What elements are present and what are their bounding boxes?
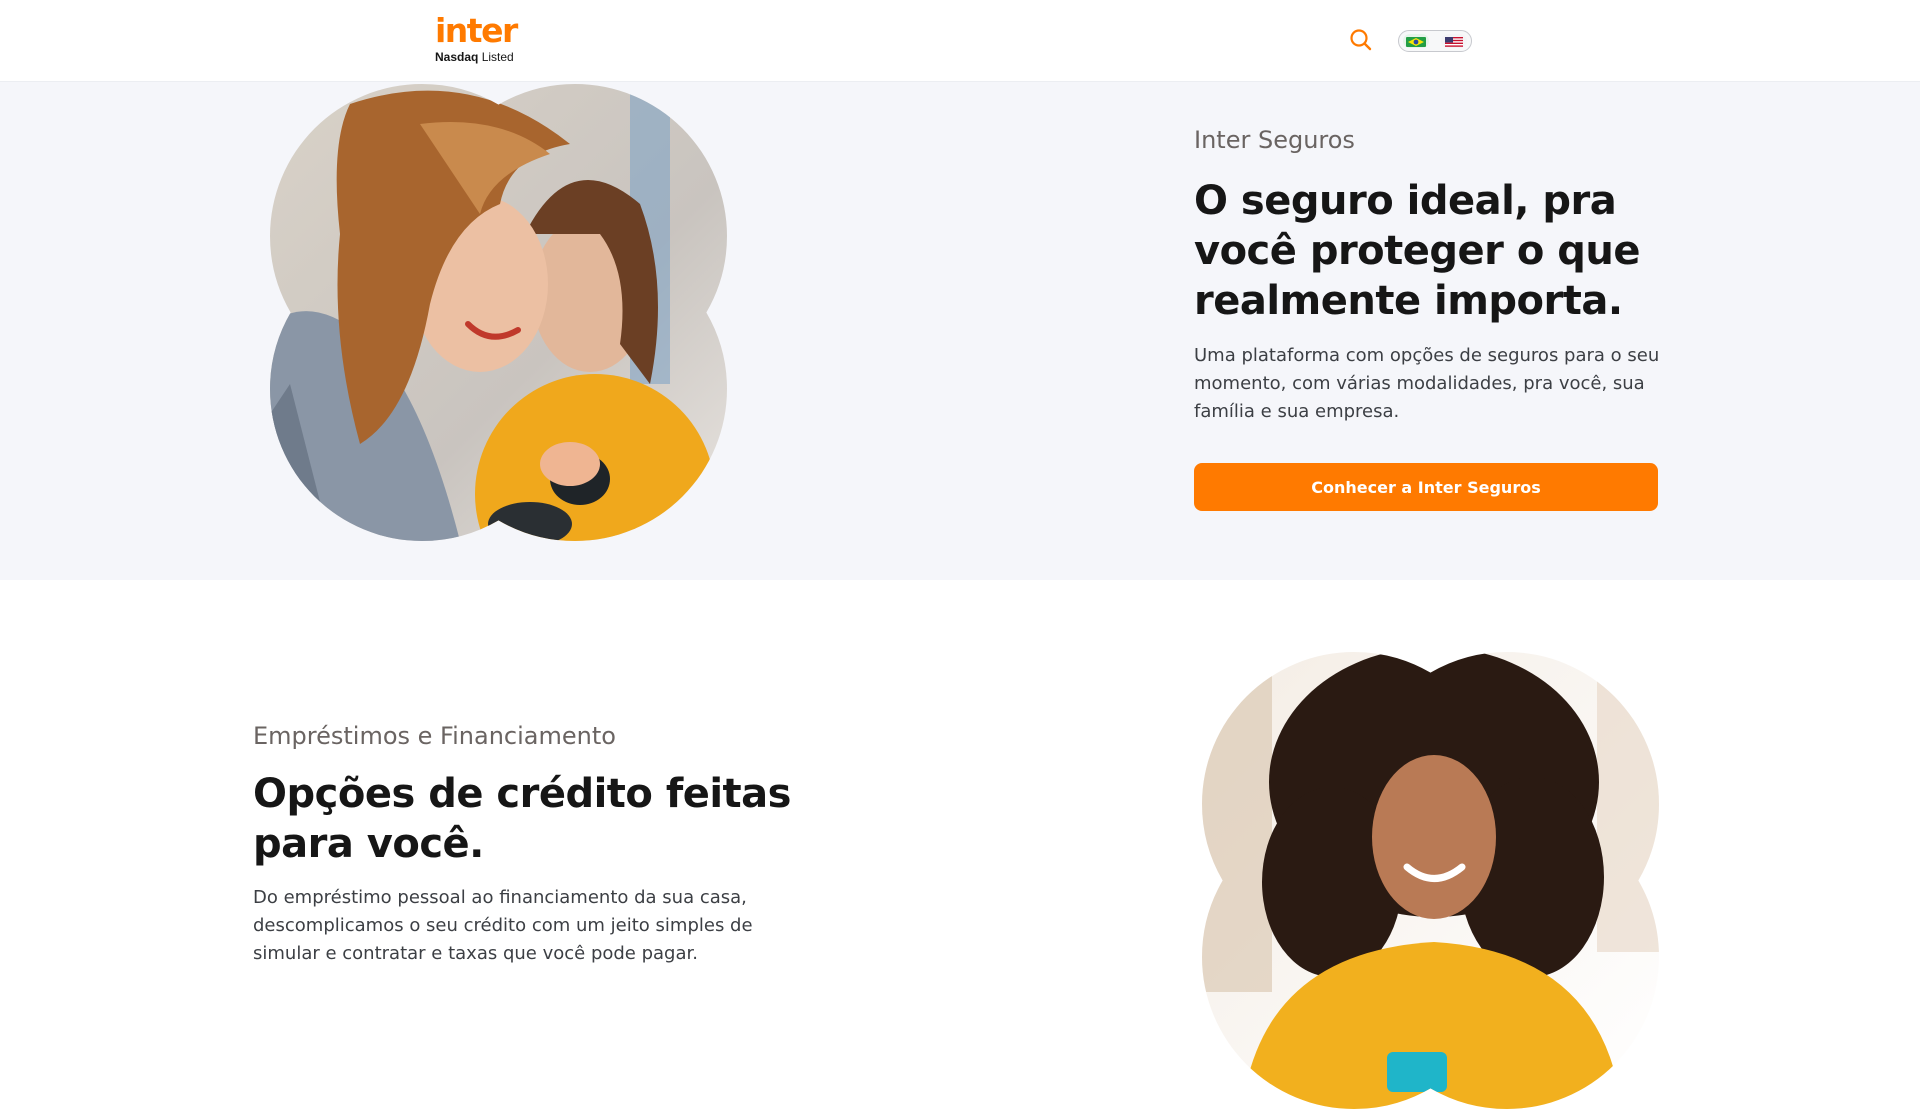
section-eyebrow: Inter Seguros [1194, 126, 1355, 154]
two-women-laughing-photo [270, 84, 727, 541]
insurance-section: Inter Seguros O seguro ideal, pra você p… [0, 82, 1920, 580]
logo-tagline: Nasdaq Listed [435, 50, 514, 64]
language-switch [1398, 30, 1472, 52]
search-icon[interactable] [1348, 27, 1374, 53]
section-description: Do empréstimo pessoal ao financiamento d… [253, 887, 753, 964]
usa-flag-icon[interactable] [1441, 34, 1467, 48]
section-description: Uma plataforma com opções de seguros par… [1194, 345, 1660, 422]
section-title: O seguro ideal, pra você proteger o que … [1194, 178, 1640, 324]
inter-logo[interactable]: inter Nasdaq Listed [435, 11, 518, 68]
know-inter-seguros-button[interactable]: Conhecer a Inter Seguros [1194, 463, 1658, 511]
site-header: inter Nasdaq Listed [0, 0, 1920, 82]
brazil-flag-icon[interactable] [1403, 34, 1429, 48]
woman-curly-hair-phone-photo [1202, 652, 1659, 1109]
section-eyebrow: Empréstimos e Financiamento [253, 722, 616, 750]
credit-section: Empréstimos e Financiamento Opções de cr… [0, 580, 1920, 1109]
section-title: Opções de crédito feitas para você. [253, 771, 791, 867]
logo-wordmark: inter [435, 11, 518, 50]
